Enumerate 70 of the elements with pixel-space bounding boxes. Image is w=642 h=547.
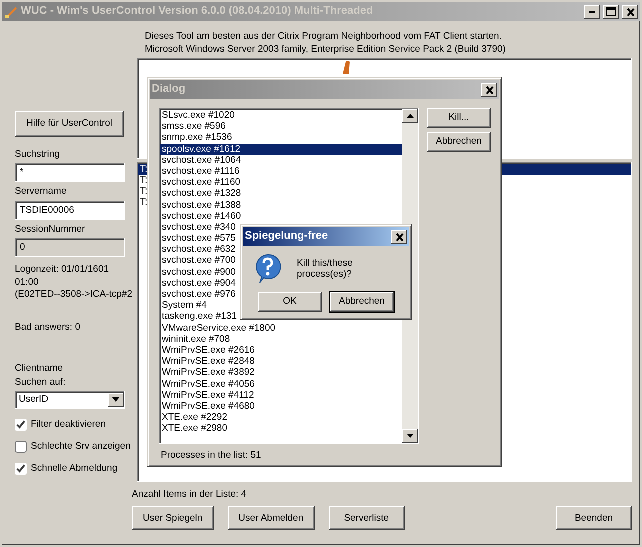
process-item[interactable]: wininit.exe #708 [160, 334, 402, 345]
item-count-text: Anzahl Items in der Liste: 4 [132, 489, 248, 500]
field-label: SessionNummer [15, 224, 86, 236]
dialog-button[interactable]: OK [258, 292, 322, 312]
process-item[interactable]: XTE.exe #2292 [160, 412, 402, 424]
caret-icon [112, 397, 120, 402]
checkbox-label: Filter deaktivieren [31, 419, 106, 431]
field-label: Servername [15, 186, 68, 198]
info-text: Microsoft Windows Server 2003 family, Enterprise Edition Service Pack 2 (Build 3790) [145, 43, 507, 56]
close-button[interactable] [391, 230, 407, 244]
process-item[interactable]: svchost.exe #1388 [160, 200, 402, 211]
dialog-button[interactable]: Kill... [427, 108, 491, 128]
process-item[interactable]: VMwareService.exe #1800 [160, 322, 402, 334]
window-title: Spiegelung-free [245, 230, 328, 244]
info-text: Dieses Tool am besten aus der Citrix Program Neighborhood vom FAT Client starten. [145, 30, 503, 43]
minimize-icon [589, 10, 595, 12]
search-dropdown[interactable]: UserID [15, 390, 125, 409]
process-item[interactable]: WmiPrvSE.exe #4112 [160, 390, 402, 401]
process-item[interactable]: smss.exe #596 [160, 121, 402, 132]
dropdown-button[interactable] [108, 392, 124, 407]
dropdown-value: UserID [19, 394, 49, 406]
bad-answers-text: Bad answers: 0 [15, 322, 82, 334]
close-button[interactable] [481, 82, 497, 96]
process-item[interactable]: spoolsv.exe #1612 [160, 144, 402, 155]
help-button[interactable]: Hilfe für UserControl [15, 111, 124, 137]
process-item[interactable]: snmp.exe #1536 [160, 132, 402, 144]
checkbox-label: Schnelle Abmeldung [31, 463, 118, 475]
action-button[interactable]: Serverliste [328, 506, 405, 530]
checkbox-label: Schlechte Srv anzeigen [31, 441, 131, 453]
process-item[interactable]: svchost.exe #1116 [160, 166, 402, 178]
scroll-down-button[interactable] [402, 429, 418, 443]
maximize-icon [604, 6, 618, 18]
process-item[interactable]: XTE.exe #2980 [160, 423, 402, 434]
process-item[interactable]: WmiPrvSE.exe #2616 [160, 344, 402, 356]
checkbox[interactable] [15, 418, 27, 431]
dialog-button[interactable]: Abbrechen [427, 132, 491, 152]
logon-info: (E02TED--3508->ICA-tcp#2 [15, 289, 132, 302]
question-icon [255, 254, 281, 284]
process-item[interactable]: WmiPrvSE.exe #4680 [160, 400, 402, 412]
process-item[interactable]: WmiPrvSE.exe #2848 [160, 356, 402, 368]
process-item[interactable]: svchost.exe #1064 [160, 154, 402, 166]
clientname-label: Clientname [15, 363, 64, 374]
action-button[interactable]: User Spiegeln [132, 506, 214, 530]
process-item[interactable]: SLsvc.exe #1020 [160, 110, 402, 122]
logon-info: Logonzeit: 01/01/1601 [15, 264, 110, 277]
close-button[interactable] [622, 4, 638, 18]
checkbox[interactable] [15, 462, 27, 475]
process-item[interactable]: WmiPrvSE.exe #4056 [160, 378, 402, 390]
input-field[interactable]: * [15, 163, 125, 182]
dialog-button[interactable]: Abbrechen [330, 292, 394, 312]
up-arrow-icon [406, 114, 414, 118]
input-field[interactable]: TSDIE00006 [15, 200, 125, 220]
action-button[interactable]: User Abmelden [228, 506, 315, 530]
field-label: Suchstring [15, 149, 61, 160]
app-icon [4, 4, 18, 18]
scroll-up-button[interactable] [402, 109, 418, 123]
process-count-text: Processes in the list: 51 [161, 450, 262, 462]
process-item[interactable]: WmiPrvSE.exe #3892 [160, 367, 402, 378]
process-item[interactable]: svchost.exe #1328 [160, 188, 402, 200]
checkbox[interactable] [15, 440, 27, 453]
minimize-button[interactable] [584, 4, 600, 18]
logon-info: 01:00 [15, 276, 40, 290]
process-item[interactable]: svchost.exe #1160 [160, 177, 402, 188]
message-text: Kill this/these process(es)? [297, 258, 354, 280]
action-button[interactable]: Beenden [556, 506, 632, 530]
search-label: Suchen auf: [15, 377, 67, 389]
process-item[interactable]: svchost.exe #1460 [160, 210, 402, 222]
maximize-button[interactable] [603, 4, 619, 18]
window-title: Dialog [152, 82, 186, 96]
down-arrow-icon [406, 434, 414, 438]
